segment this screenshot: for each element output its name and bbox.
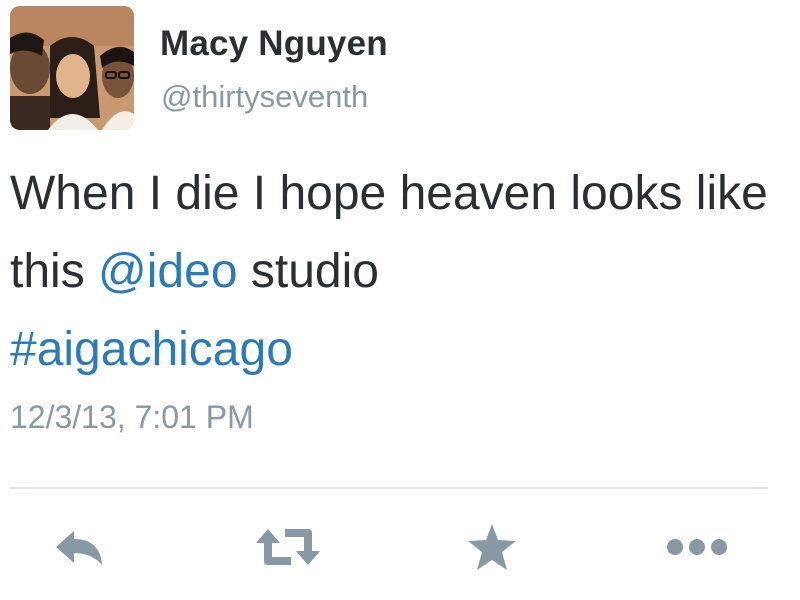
avatar-image — [10, 6, 134, 130]
reply-button[interactable] — [48, 522, 112, 572]
mention-link[interactable]: @ideo — [98, 245, 237, 298]
avatar[interactable] — [10, 6, 134, 130]
star-icon — [468, 524, 516, 570]
retweet-icon — [256, 529, 320, 565]
hashtag-link[interactable]: #aigachicago — [10, 323, 293, 376]
tweet-text-part: studio — [237, 245, 379, 298]
more-button[interactable] — [660, 522, 734, 572]
display-name[interactable]: Macy Nguyen — [160, 24, 388, 64]
tweet-text: When I die I hope heaven looks like this… — [10, 155, 790, 389]
retweet-button[interactable] — [252, 522, 324, 572]
divider — [10, 487, 768, 489]
more-icon — [667, 539, 727, 555]
user-handle[interactable]: @thirtyseventh — [161, 79, 368, 115]
timestamp[interactable]: 12/3/13, 7:01 PM — [10, 399, 254, 436]
favorite-button[interactable] — [462, 522, 522, 572]
reply-icon — [56, 531, 102, 565]
